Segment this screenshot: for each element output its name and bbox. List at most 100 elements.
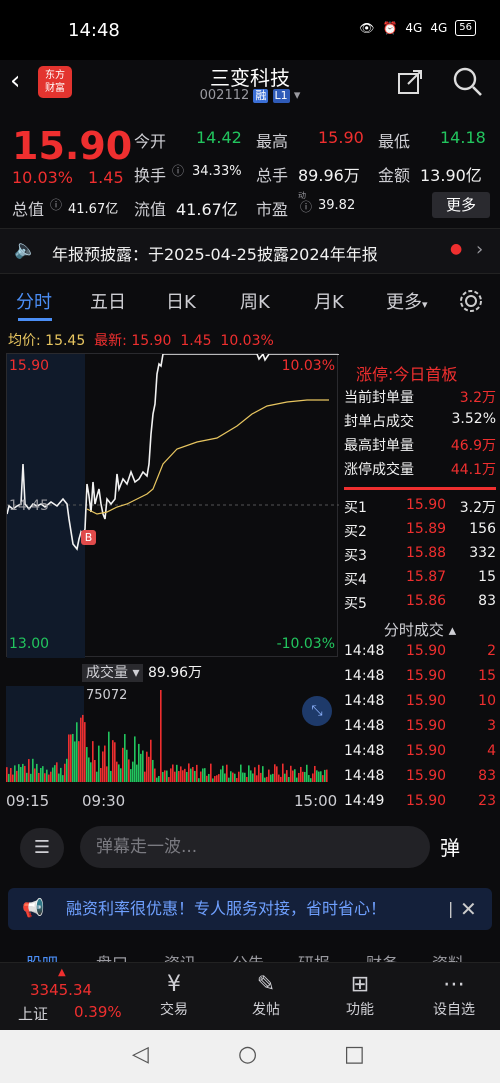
buy-marker[interactable]: B bbox=[81, 530, 96, 545]
volume-bar bbox=[314, 765, 316, 782]
grid-icon: ⊞ bbox=[350, 972, 370, 997]
volume-bar bbox=[104, 745, 106, 782]
function-button[interactable]: ⊞ 功能 bbox=[330, 971, 390, 1019]
volume-bar bbox=[112, 740, 114, 782]
volume-bar bbox=[118, 764, 120, 782]
promo-banner[interactable]: 📢 融资利率很优惠！专人服务对接，省时省心！ | ✕ bbox=[8, 888, 492, 930]
volume-bar bbox=[254, 767, 256, 782]
trade-row: 14:49 15.90 23 bbox=[344, 793, 496, 809]
chart-tabs: 分时 五日 日K 周K 月K 更多▾ bbox=[0, 278, 500, 322]
volume-bar bbox=[260, 772, 262, 782]
margin-tag: 融 bbox=[253, 89, 269, 103]
danmu-toggle[interactable]: 弹 bbox=[440, 832, 460, 861]
volume-bar bbox=[132, 761, 134, 782]
intraday-chart[interactable]: 15.90 14.45 13.00 10.03% -10.03% B bbox=[6, 353, 339, 658]
index-ticker[interactable]: 3345.34 ▲ 上证 0.39% bbox=[4, 965, 122, 1027]
search-icon[interactable] bbox=[452, 66, 484, 98]
volume-bar bbox=[266, 776, 268, 782]
volume-bar bbox=[100, 767, 102, 782]
post-button[interactable]: ✎ 发帖 bbox=[236, 971, 296, 1019]
volume-bar bbox=[70, 734, 72, 782]
volume-bar bbox=[250, 770, 252, 782]
volume-bar bbox=[122, 747, 124, 782]
more-button[interactable]: 更多 bbox=[432, 192, 490, 218]
share-icon[interactable] bbox=[396, 68, 424, 96]
volume-bar bbox=[224, 773, 226, 782]
volume-bar bbox=[160, 690, 162, 782]
trades-title[interactable]: 分时成交 ▴ bbox=[344, 619, 496, 640]
watchlist-button[interactable]: ⋯ 设自选 bbox=[424, 971, 484, 1019]
trade-button[interactable]: ¥ 交易 bbox=[144, 971, 204, 1019]
stock-code-line[interactable]: 002112 融 L1 ▾ bbox=[0, 88, 500, 103]
trade-row: 14:48 15.90 4 bbox=[344, 743, 496, 759]
volume-bar bbox=[242, 772, 244, 782]
volume-bar bbox=[318, 771, 320, 782]
volume-bar bbox=[136, 764, 138, 782]
volume-bar bbox=[88, 757, 90, 782]
close-icon[interactable]: ✕ bbox=[460, 888, 477, 930]
volume-bar bbox=[28, 759, 30, 782]
volume-bar bbox=[230, 771, 232, 782]
volume-bar bbox=[96, 771, 98, 782]
tab-monthly-k[interactable]: 月K bbox=[314, 288, 344, 314]
volume-bar bbox=[268, 769, 270, 782]
volume-bar bbox=[262, 766, 264, 782]
volume-header: 成交量 ▾ 89.96万 bbox=[82, 662, 202, 682]
volume-bar bbox=[146, 751, 148, 782]
tab-more[interactable]: 更多▾ bbox=[386, 288, 428, 314]
header: ‹ 东方 财富 三变科技 002112 融 L1 ▾ bbox=[0, 60, 500, 116]
nav-recents-icon[interactable]: □ bbox=[344, 1042, 365, 1067]
bottom-bar: 3345.34 ▲ 上证 0.39% ¥ 交易 ✎ 发帖 ⊞ 功能 ⋯ 设自选 bbox=[0, 962, 500, 1030]
nav-home-icon[interactable]: ○ bbox=[238, 1042, 257, 1067]
volume-bar bbox=[232, 772, 234, 782]
volume-bar bbox=[162, 771, 164, 782]
volume-bar bbox=[114, 742, 116, 782]
volume-chart[interactable]: 75072 ⤡ bbox=[6, 686, 338, 782]
limit-title: 涨停:今日首板 bbox=[356, 365, 458, 384]
info-icon[interactable]: ⓘ bbox=[172, 162, 184, 179]
volume-bar bbox=[212, 778, 214, 782]
volume-bar bbox=[56, 762, 58, 782]
volume-bar bbox=[298, 772, 300, 782]
nav-back-icon[interactable]: ◁ bbox=[132, 1042, 149, 1067]
status-icons: 👁 ⏰ 4G 4G 56 bbox=[359, 20, 476, 36]
volume-bar bbox=[64, 763, 66, 782]
volume-bar bbox=[44, 773, 46, 782]
volume-bar bbox=[264, 777, 266, 782]
volume-bar bbox=[282, 763, 284, 782]
volume-bar bbox=[150, 739, 152, 782]
order-book-row: 买5 15.86 83 bbox=[344, 593, 496, 612]
tab-daily-k[interactable]: 日K bbox=[166, 288, 196, 314]
stock-name: 三变科技 bbox=[210, 66, 290, 90]
volume-bar bbox=[184, 768, 186, 782]
settings-icon[interactable] bbox=[458, 288, 484, 314]
pct-axis-bottom: -10.03% bbox=[276, 636, 335, 652]
volume-bar bbox=[300, 766, 302, 782]
volume-bar bbox=[144, 771, 146, 782]
comment-list-icon[interactable]: ☰ bbox=[20, 828, 64, 868]
volume-label: 总手 bbox=[256, 166, 289, 185]
tab-weekly-k[interactable]: 周K bbox=[240, 288, 270, 314]
notice-bar[interactable]: 🔈 年报预披露：于2025-04-25披露2024年年报 ● › bbox=[0, 228, 500, 274]
volume-bar bbox=[60, 767, 62, 782]
order-book-row: 买2 15.89 156 bbox=[344, 521, 496, 540]
chevron-right-icon[interactable]: › bbox=[476, 239, 483, 260]
volume-bar bbox=[142, 750, 144, 782]
limit-row: 当前封单量 3.2万 bbox=[344, 390, 496, 406]
volume-bar bbox=[140, 753, 142, 782]
volume-bar bbox=[158, 776, 160, 782]
danmu-input[interactable]: 弹幕走一波... bbox=[80, 826, 430, 868]
level-tag: L1 bbox=[272, 89, 290, 103]
tab-five-day[interactable]: 五日 bbox=[90, 288, 126, 314]
order-book-row: 买4 15.87 15 bbox=[344, 569, 496, 588]
volume-bar bbox=[72, 733, 74, 782]
volume-bar bbox=[86, 747, 88, 782]
info-icon-pe[interactable]: ⓘ bbox=[300, 198, 312, 215]
info-icon-cap[interactable]: ⓘ bbox=[50, 196, 62, 213]
tab-intraday[interactable]: 分时 bbox=[16, 288, 52, 314]
volume-selector[interactable]: 成交量 ▾ bbox=[82, 664, 144, 682]
volume-bar bbox=[190, 768, 192, 782]
volume-bar bbox=[234, 773, 236, 782]
expand-icon[interactable]: ⤡ bbox=[302, 696, 332, 726]
trade-row: 14:48 15.90 15 bbox=[344, 668, 496, 684]
